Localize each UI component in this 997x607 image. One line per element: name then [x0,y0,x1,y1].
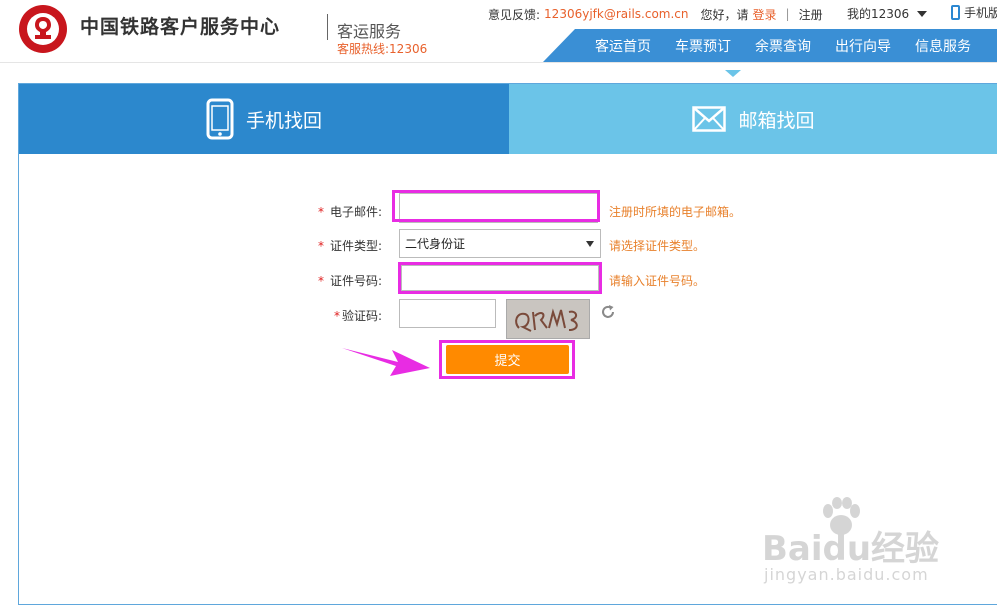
tab-email-label: 邮箱找回 [738,109,815,132]
header-bottom-line [0,62,997,63]
tab-phone-label: 手机找回 [245,109,322,132]
tab-phone-recovery[interactable]: 手机找回 [19,84,509,154]
nav-item-booking[interactable]: 车票预订 [675,36,731,56]
register-link[interactable]: 注册 [799,6,823,23]
idtype-label-row: * 证件类型: [318,237,382,254]
baidu-watermark: Baidu经验 jingyan.baidu.com [762,497,972,587]
site-header: 中国铁路客户服务中心 客运服务 客服热线:12306 意见反馈: 12306yj… [0,0,997,62]
captcha-input[interactable] [399,299,496,328]
mobile-version-link[interactable]: 手机版 [951,4,997,21]
hotline: 客服热线:12306 [337,42,428,56]
active-tab-pointer [725,70,741,77]
idtype-select[interactable]: 二代身份证 [399,229,601,258]
nav-item-travel-guide[interactable]: 出行向导 [835,36,891,56]
nav-item-info-service[interactable]: 信息服务 [915,36,971,56]
envelope-icon [692,106,727,132]
idnum-hint: 请输入证件号码。 [609,274,706,288]
dropdown-arrow-icon [586,241,594,247]
required-star: * [318,205,324,219]
idnum-label-row: * 证件号码: [318,272,382,289]
captcha-label-row: * 验证码: [334,307,382,324]
my12306-menu[interactable]: 我的12306 [847,5,928,22]
railway-logo-icon[interactable] [19,5,67,53]
email-label-row: * 电子邮件: [318,203,382,220]
nav-item-home[interactable]: 客运首页 [595,36,651,56]
mobile-phone-icon [951,5,960,20]
idtype-hint: 请选择证件类型。 [609,239,706,253]
idnum-label: 证件号码: [330,274,383,288]
my12306-label: 我的12306 [847,7,910,21]
rail-emblem-icon [35,17,51,39]
main-nav: 客运首页 车票预订 余票查询 出行向导 信息服务 [543,29,997,62]
submit-highlight-box [439,340,575,379]
email-hint: 注册时所填的电子邮箱。 [609,205,742,219]
header-divider [327,14,328,40]
site-name: 中国铁路客户服务中心 [80,16,281,38]
site-subtitle: 客运服务 [337,22,402,41]
captcha-label: 验证码: [342,309,383,323]
tab-email-recovery[interactable]: 邮箱找回 [509,84,997,154]
idnum-highlight-box [398,262,602,294]
watermark-url: jingyan.baidu.com [764,565,929,584]
page: 中国铁路客户服务中心 客运服务 客服热线:12306 意见反馈: 12306yj… [0,0,997,607]
chevron-down-icon [917,10,928,17]
email-highlight-box [392,190,600,222]
required-star: * [318,239,324,253]
email-label: 电子邮件: [330,205,383,219]
pointer-arrow-icon [342,348,430,376]
refresh-icon[interactable] [600,304,616,320]
feedback-email-link[interactable]: 12306yjfk@rails.com.cn [544,7,688,21]
feedback-label: 意见反馈: [488,7,541,22]
top-utility-bar: 意见反馈: 12306yjfk@rails.com.cn 您好，请 登录 | 注… [488,5,823,23]
required-star: * [334,309,340,323]
captcha-image[interactable] [506,299,590,339]
mobile-phone-icon [206,98,234,140]
login-link[interactable]: 登录 [753,6,777,23]
mobile-label: 手机版 [964,6,997,20]
idtype-label: 证件类型: [330,239,383,253]
idtype-selected-value: 二代身份证 [405,237,466,251]
captcha-glyphs-icon [515,308,578,332]
greeting-text: 您好，请 [700,7,749,22]
watermark-brand: Baidu经验 [762,529,940,569]
separator: | [785,7,790,21]
nav-item-ticket-query[interactable]: 余票查询 [755,36,811,56]
required-star: * [318,274,324,288]
